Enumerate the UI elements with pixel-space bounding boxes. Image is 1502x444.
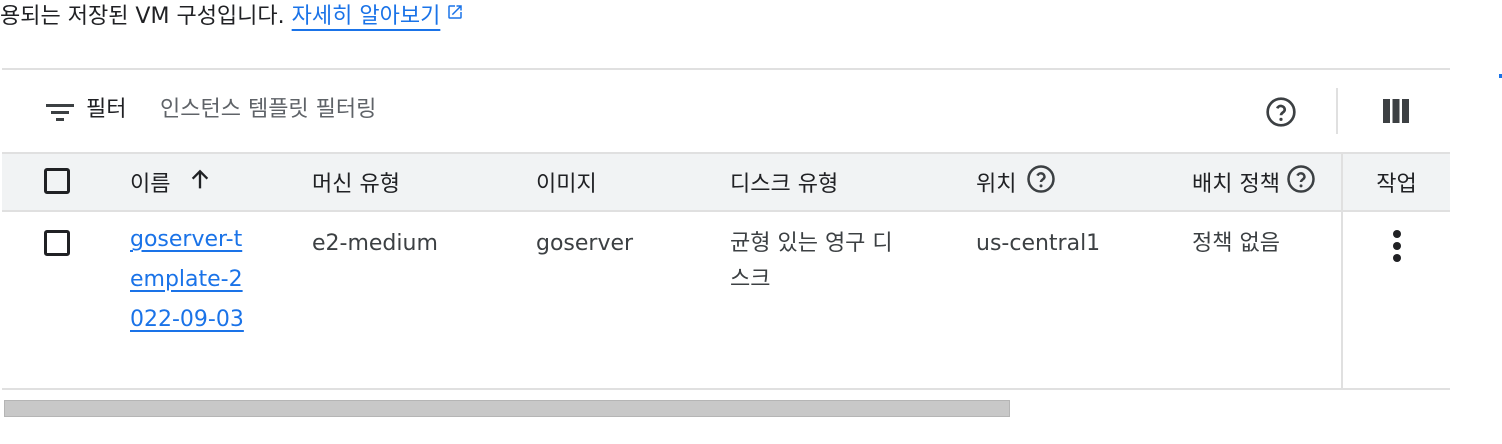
- external-link-icon[interactable]: [446, 0, 464, 32]
- intro-description: 용되는 저장된 VM 구성입니다.: [0, 4, 285, 29]
- placement-policy-help-icon[interactable]: [1286, 164, 1316, 200]
- table-header-row: 이름 머신 유형 이미지 디스크 유형 위치 배치 정책 작업: [2, 152, 1450, 212]
- row-disk-type: 균형 있는 영구 디스크: [730, 211, 976, 390]
- header-location: 위치: [976, 152, 1192, 212]
- row-machine-type: e2-medium: [312, 211, 536, 390]
- toolbar-divider: [1336, 88, 1338, 134]
- help-icon[interactable]: [1265, 96, 1297, 132]
- header-image: 이미지: [536, 152, 730, 212]
- header-placement-policy-label: 배치 정책: [1192, 172, 1280, 197]
- header-disk-type: 디스크 유형: [730, 152, 976, 212]
- column-display-icon[interactable]: [1383, 99, 1409, 127]
- row-name-cell: goserver-template-2022-09-03: [130, 211, 312, 390]
- header-machine-type: 머신 유형: [312, 152, 536, 212]
- row-disk-type-text: 균형 있는 영구 디스크: [730, 231, 893, 292]
- sort-arrow-up-icon[interactable]: [180, 165, 214, 199]
- filter-label: 필터: [86, 97, 127, 122]
- row-checkbox[interactable]: [44, 230, 70, 256]
- instance-templates-table: 이름 머신 유형 이미지 디스크 유형 위치 배치 정책 작업 goserver…: [2, 152, 1450, 390]
- filter-bar: 필터 인스턴스 템플릿 필터링: [2, 70, 1450, 152]
- header-name[interactable]: 이름: [130, 152, 312, 212]
- select-all-cell: [2, 152, 130, 212]
- more-vert-icon[interactable]: [1392, 226, 1402, 276]
- row-actions-cell: [1341, 211, 1450, 390]
- select-all-checkbox[interactable]: [44, 168, 70, 194]
- header-actions: 작업: [1341, 152, 1450, 212]
- table-row: goserver-template-2022-09-03 e2-medium g…: [2, 211, 1450, 390]
- header-name-label: 이름: [130, 172, 171, 197]
- row-location: us-central1: [976, 211, 1192, 390]
- row-image: goserver: [536, 211, 730, 390]
- horizontal-scrollbar[interactable]: [4, 400, 1010, 417]
- header-location-label: 위치: [976, 172, 1017, 197]
- intro-text: 용되는 저장된 VM 구성입니다. 자세히 알아보기: [0, 0, 464, 34]
- template-name-link[interactable]: goserver-template-2022-09-03: [130, 220, 250, 340]
- row-placement-policy: 정책 없음: [1192, 211, 1342, 390]
- learn-more-link[interactable]: 자세히 알아보기: [292, 4, 441, 29]
- filter-icon: [46, 102, 74, 126]
- location-help-icon[interactable]: [1026, 164, 1056, 200]
- instance-templates-panel: 필터 인스턴스 템플릿 필터링 이름 머신 유형 이미지 디스크 유형 위치 배…: [2, 68, 1450, 390]
- header-placement-policy: 배치 정책: [1192, 152, 1342, 212]
- filter-input[interactable]: 인스턴스 템플릿 필터링: [160, 92, 376, 128]
- row-select-cell: [2, 211, 130, 390]
